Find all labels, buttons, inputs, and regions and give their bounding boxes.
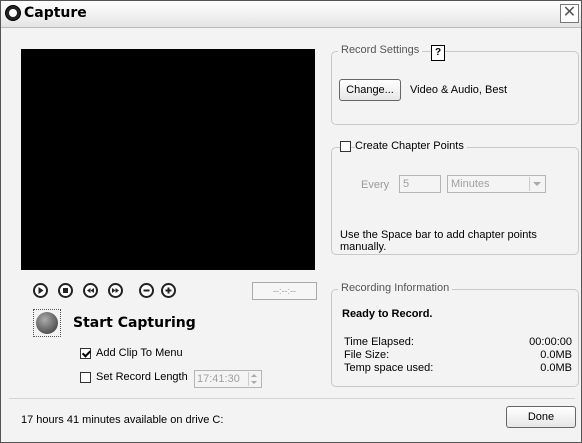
record-settings-summary: Video & Audio, Best <box>410 84 508 96</box>
spinner-arrows-icon[interactable] <box>248 372 260 386</box>
chapter-interval-field: 5 <box>399 175 441 193</box>
time-elapsed-value: 00:00:00 <box>529 336 572 348</box>
record-settings-legend: Record Settings <box>338 44 423 56</box>
title-bar: Capture ✕ <box>1 1 581 28</box>
zoom-in-icon[interactable] <box>161 283 176 298</box>
file-size-row: File Size: 0.0MB <box>344 349 572 361</box>
disk-space-status: 17 hours 41 minutes available on drive C… <box>21 414 224 426</box>
time-elapsed-row: Time Elapsed: 00:00:00 <box>344 336 572 348</box>
chevron-down-icon <box>529 177 544 191</box>
temp-space-row: Temp space used: 0.0MB <box>344 362 572 374</box>
create-chapter-points-checkbox[interactable] <box>340 141 351 152</box>
window-title: Capture <box>24 5 87 21</box>
help-icon[interactable]: ? <box>431 45 445 61</box>
record-length-value: 17:41:30 <box>197 373 240 385</box>
add-clip-checkbox[interactable] <box>80 348 91 359</box>
file-size-value: 0.0MB <box>540 349 572 361</box>
start-capturing-label: Start Capturing <box>73 315 196 331</box>
video-preview <box>21 49 315 270</box>
stop-icon[interactable] <box>58 283 73 298</box>
capture-app-icon <box>5 5 21 21</box>
play-icon[interactable] <box>33 283 48 298</box>
record-orb-icon <box>36 312 58 334</box>
change-settings-button[interactable]: Change... <box>339 79 401 101</box>
file-size-label: File Size: <box>344 349 390 361</box>
temp-space-label: Temp space used: <box>344 362 434 374</box>
zoom-out-icon[interactable] <box>139 283 154 298</box>
capture-dialog: Capture ✕ --:--:-- Start Capturing Add C… <box>0 0 582 443</box>
footer-divider <box>9 398 575 399</box>
chapter-unit-select: Minutes <box>447 175 546 193</box>
time-elapsed-label: Time Elapsed: <box>344 336 414 348</box>
record-length-field[interactable]: 17:41:30 <box>194 370 262 388</box>
fast-forward-icon[interactable] <box>108 283 123 298</box>
timecode-display: --:--:-- <box>252 282 317 300</box>
every-label: Every <box>361 179 390 191</box>
set-record-length-checkbox[interactable] <box>80 372 91 383</box>
close-button[interactable]: ✕ <box>560 4 579 23</box>
done-button[interactable]: Done <box>506 406 576 428</box>
add-clip-label: Add Clip To Menu <box>96 347 183 359</box>
chapter-unit-value: Minutes <box>451 178 490 190</box>
set-record-length-label: Set Record Length <box>96 371 188 383</box>
temp-space-value: 0.0MB <box>540 362 572 374</box>
record-button[interactable] <box>33 309 61 337</box>
recording-info-legend: Recording Information <box>338 282 453 294</box>
create-chapter-points-label: Create Chapter Points <box>355 140 467 152</box>
rewind-icon[interactable] <box>83 283 98 298</box>
chapter-hint: Use the Space bar to add chapter points … <box>340 229 537 253</box>
recording-status: Ready to Record. <box>342 308 433 320</box>
